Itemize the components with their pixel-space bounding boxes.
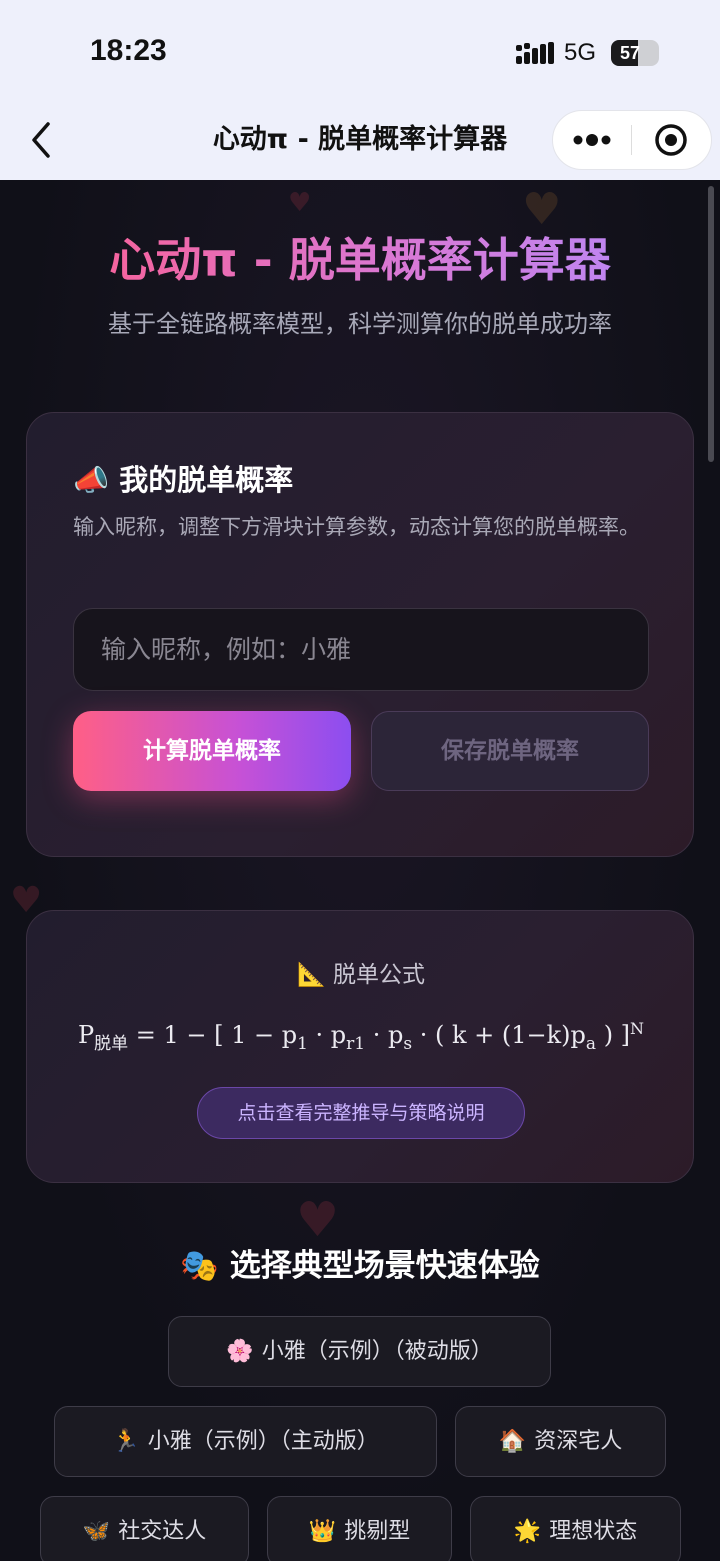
formula-expression: P脱单 = 1 − [ 1 − p1 · pr1 · ps · ( k + (1… [77, 1019, 645, 1054]
mini-program-capsule [552, 110, 712, 170]
more-icon[interactable] [553, 111, 631, 169]
view-derivation-button[interactable]: 点击查看完整推导与策略说明 [197, 1087, 525, 1139]
scene-chip-label: 小雅（示例）（被动版） [261, 1339, 493, 1364]
butterfly-icon: 🦋 [82, 1519, 111, 1544]
scene-chip-label: 资深宅人 [534, 1429, 623, 1454]
battery-level: 57 [619, 43, 641, 63]
status-bar: 18:23 5G 57 [0, 0, 720, 100]
page-subtitle: 基于全链路概率模型，科学测算你的脱单成功率 [108, 310, 612, 338]
save-button[interactable]: 保存脱单概率 [371, 711, 649, 791]
card-title-text: 我的脱单概率 [119, 463, 294, 497]
scene-chip-label: 理想状态 [549, 1519, 638, 1544]
calculate-button[interactable]: 计算脱单概率 [73, 711, 351, 791]
scene-chip-label: 小雅（示例）（主动版） [147, 1429, 379, 1454]
navigation-bar: 心动π - 脱单概率计算器 [0, 100, 720, 180]
capsule-divider [631, 125, 632, 155]
scene-title-text: 选择典型场景快速体验 [229, 1248, 540, 1284]
scene-chip-social[interactable]: 🦋 社交达人 [40, 1496, 249, 1561]
close-target-icon[interactable] [633, 111, 711, 169]
nickname-input[interactable] [73, 608, 649, 691]
scene-chip-picky[interactable]: 👑 挑剔型 [267, 1496, 452, 1561]
status-time: 18:23 [90, 34, 167, 67]
scene-chip-label: 社交达人 [118, 1519, 207, 1544]
masks-icon: 🎭 [180, 1248, 219, 1284]
formula-heading: 📐 脱单公式 [27, 955, 695, 989]
scene-chip-xiaoya-active[interactable]: 🏃 小雅（示例）（主动版） [54, 1406, 437, 1477]
formula-card: 📐 脱单公式 P脱单 = 1 − [ 1 − p1 · pr1 · ps · (… [26, 910, 694, 1183]
battery-icon: 57 [611, 40, 659, 66]
formula-heading-text: 脱单公式 [332, 962, 425, 988]
scene-chip-homebody[interactable]: 🏠 资深宅人 [455, 1406, 666, 1477]
blossom-icon: 🌸 [226, 1339, 254, 1364]
page-content[interactable]: ♥ ♥ ♥ ♥ 心动π - 脱单概率计算器 基于全链路概率模型，科学测算你的脱单… [0, 180, 720, 1561]
card-description: 输入昵称，调整下方滑块计算参数，动态计算您的脱单概率。 [73, 515, 640, 539]
scene-chip-label: 挑剔型 [344, 1519, 411, 1544]
probability-card: 📣 我的脱单概率 输入昵称，调整下方滑块计算参数，动态计算您的脱单概率。 计算脱… [26, 412, 694, 857]
runner-icon: 🏃 [112, 1429, 140, 1454]
house-icon: 🏠 [498, 1429, 527, 1454]
page-title: 心动π - 脱单概率计算器 [0, 224, 720, 290]
network-type: 5G [564, 39, 597, 66]
scene-chip-ideal[interactable]: 🌟 理想状态 [470, 1496, 681, 1561]
megaphone-icon: 📣 [73, 463, 110, 497]
top-bar: 18:23 5G 57 心动π - 脱单概率计算器 [0, 0, 720, 180]
scene-chip-xiaoya-passive[interactable]: 🌸 小雅（示例）（被动版） [168, 1316, 551, 1387]
scene-title: 🎭 选择典型场景快速体验 [0, 1240, 720, 1285]
crown-icon: 👑 [308, 1519, 337, 1544]
triangle-ruler-icon: 📐 [297, 962, 326, 988]
decor-heart-icon: ♥ [288, 188, 312, 218]
signal-icon [516, 42, 554, 64]
star-icon: 🌟 [513, 1519, 542, 1544]
card-title: 📣 我的脱单概率 [73, 457, 293, 499]
